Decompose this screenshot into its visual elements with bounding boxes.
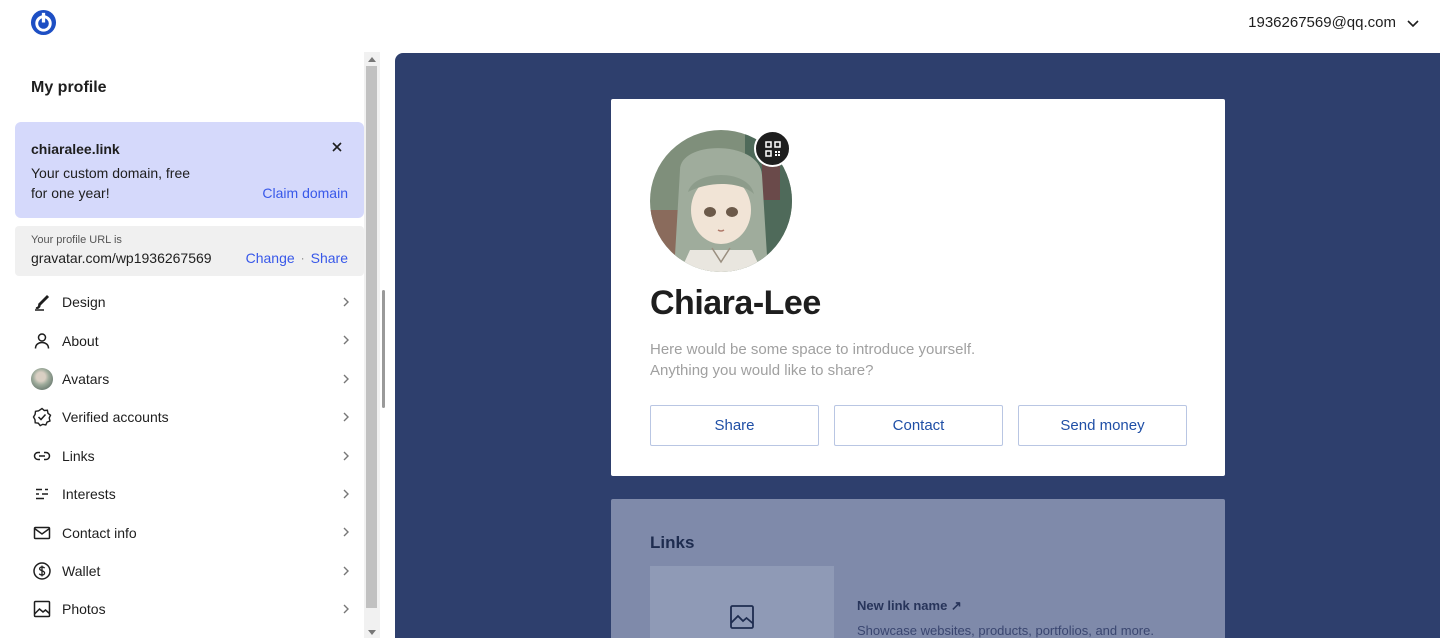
qr-code-icon [764, 140, 781, 157]
account-menu[interactable]: 1936267569@qq.com [1248, 14, 1420, 31]
profile-bio: Here would be some space to introduce yo… [650, 341, 976, 379]
links-title: Links [650, 533, 695, 552]
separator-dot: · [300, 251, 305, 265]
verified-badge-icon [31, 406, 53, 428]
gravatar-logo-icon[interactable] [30, 9, 57, 36]
sidebar-item-links[interactable]: Links [0, 437, 364, 475]
new-link-description: Showcase websites, products, portfolios,… [857, 623, 1154, 638]
chevron-right-icon [343, 527, 349, 537]
profile-card: Chiara-Lee Here would be some space to i… [611, 99, 1225, 476]
sidebar-item-verified-accounts[interactable]: Verified accounts [0, 398, 364, 436]
sidebar-menu: Design About Avatars Verified accounts L… [0, 283, 364, 629]
share-url-link[interactable]: Share [311, 250, 348, 266]
profile-url-box: Your profile URL is gravatar.com/wp19362… [15, 226, 364, 276]
chevron-down-icon [1407, 19, 1419, 27]
account-email: 1936267569@qq.com [1248, 14, 1396, 31]
profile-url-label: Your profile URL is [31, 234, 122, 246]
scroll-up-arrow-icon[interactable] [368, 57, 376, 62]
profile-url-actions: Change · Share [246, 250, 348, 266]
new-link-name[interactable]: New link name ↗ [857, 598, 962, 614]
dollar-circle-icon [31, 560, 53, 582]
sidebar-item-label: Verified accounts [62, 409, 169, 426]
sidebar-item-photos[interactable]: Photos [0, 590, 364, 628]
share-button[interactable]: Share [650, 405, 819, 446]
link-icon [31, 445, 53, 467]
sidebar-item-label: Contact info [62, 524, 137, 541]
profile-name: Chiara-Lee [650, 284, 821, 322]
image-icon [31, 598, 53, 620]
link-thumbnail-placeholder[interactable] [650, 566, 834, 638]
claim-domain-link[interactable]: Claim domain [262, 185, 348, 201]
sidebar-item-label: Design [62, 294, 106, 311]
chevron-right-icon [343, 374, 349, 384]
sidebar-item-label: Wallet [62, 562, 101, 579]
chevron-right-icon [343, 489, 349, 499]
sidebar-item-avatars[interactable]: Avatars [0, 360, 364, 398]
sidebar-item-label: About [62, 332, 99, 349]
close-icon[interactable] [330, 140, 344, 154]
panel-resize-handle[interactable] [382, 290, 385, 408]
interests-icon [31, 483, 53, 505]
send-money-button[interactable]: Send money [1018, 405, 1187, 446]
sidebar-item-label: Interests [62, 486, 116, 503]
domain-description: Your custom domain, free for one year! [31, 165, 191, 201]
profile-actions: Share Contact Send money [650, 405, 1187, 446]
scroll-down-arrow-icon[interactable] [368, 630, 376, 635]
links-section: Links New link name ↗ Showcase websites,… [611, 499, 1225, 638]
chevron-right-icon [343, 604, 349, 614]
change-url-link[interactable]: Change [246, 250, 295, 266]
domain-name: chiaralee.link [31, 141, 120, 157]
qr-code-button[interactable] [754, 130, 791, 167]
sidebar-item-design[interactable]: Design [0, 283, 364, 321]
sidebar-item-label: Photos [62, 601, 106, 618]
sidebar-scrollbar[interactable] [364, 52, 380, 638]
top-bar: 1936267569@qq.com [0, 0, 1440, 52]
chevron-right-icon [343, 412, 349, 422]
person-icon [31, 330, 53, 352]
image-placeholder-icon [730, 605, 754, 629]
sidebar-item-wallet[interactable]: Wallet [0, 552, 364, 590]
chevron-right-icon [343, 297, 349, 307]
chevron-right-icon [343, 566, 349, 576]
sidebar-item-interests[interactable]: Interests [0, 475, 364, 513]
avatar-thumbnail [31, 367, 53, 390]
brush-icon [31, 291, 53, 313]
chevron-right-icon [343, 451, 349, 461]
sidebar-item-label: Avatars [62, 370, 110, 387]
sidebar-item-label: Links [62, 447, 95, 464]
envelope-icon [31, 522, 53, 544]
profile-preview-panel: Chiara-Lee Here would be some space to i… [395, 53, 1440, 638]
chevron-right-icon [343, 335, 349, 345]
domain-promo-card: chiaralee.link Your custom domain, free … [15, 122, 364, 218]
sidebar-title: My profile [31, 79, 107, 96]
sidebar-item-about[interactable]: About [0, 321, 364, 359]
sidebar-item-contact-info[interactable]: Contact info [0, 513, 364, 551]
scrollbar-thumb[interactable] [366, 66, 377, 608]
sidebar: My profile chiaralee.link Your custom do… [0, 52, 380, 638]
contact-button[interactable]: Contact [834, 405, 1003, 446]
